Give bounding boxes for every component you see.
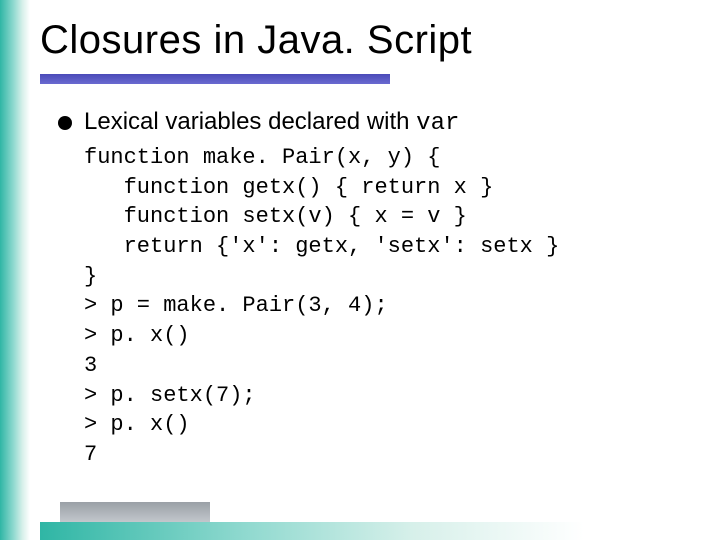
title-underline (40, 74, 390, 84)
bullet-prefix: Lexical variables declared with (84, 108, 416, 135)
bullet-item: Lexical variables declared with var (58, 108, 698, 137)
bullet-code-word: var (416, 110, 459, 137)
bullet-text: Lexical variables declared with var (84, 108, 459, 137)
code-block: function make. Pair(x, y) { function get… (84, 143, 698, 470)
slide: Closures in Java. Script Lexical variabl… (0, 0, 720, 540)
bottom-bar-gray (60, 502, 210, 522)
slide-title: Closures in Java. Script (40, 18, 472, 63)
bullet-dot-icon (58, 116, 72, 130)
bottom-bar-teal (40, 522, 720, 540)
slide-content: Lexical variables declared with var func… (58, 108, 698, 470)
left-gradient-strip (0, 0, 30, 540)
